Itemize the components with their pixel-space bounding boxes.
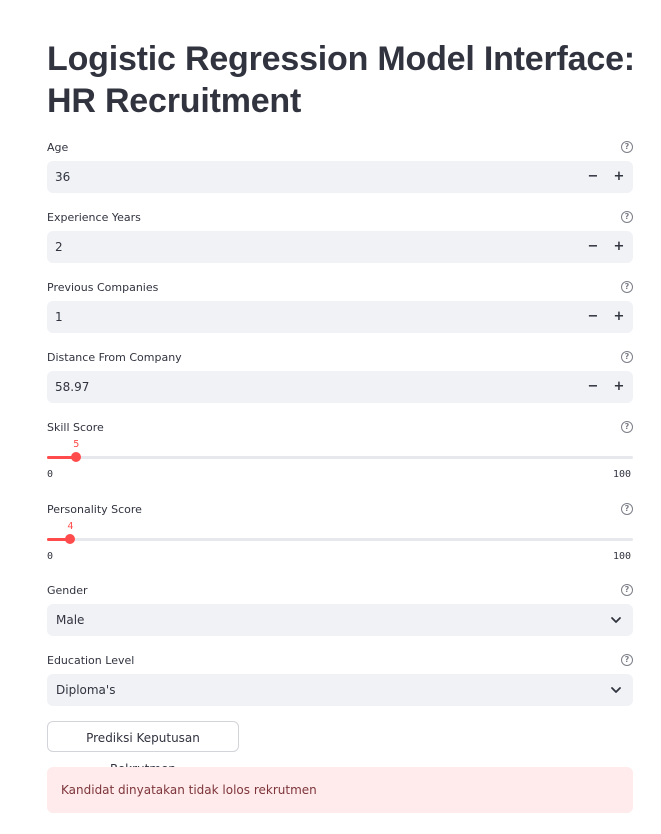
skill-score-slider-value: 5 [73,439,80,450]
gender-select[interactable]: Male [47,604,633,636]
age-decrement-button[interactable]: − [583,161,603,193]
result-message: Kandidat dinyatakan tidak lolos rekrutme… [61,783,317,797]
chevron-down-icon[interactable] [609,614,623,626]
personality-score-label: Personality Score [47,503,142,516]
distance-from-company-decrement-button[interactable]: − [583,371,603,403]
distance-from-company-value[interactable]: 58.97 [55,371,89,403]
education-level-help-icon[interactable]: ? [621,654,633,666]
previous-companies-value[interactable]: 1 [55,301,63,333]
personality-score-help-icon[interactable]: ? [621,503,633,515]
age-help-icon[interactable]: ? [621,141,633,153]
age-label: Age [47,141,69,154]
gender-selected-value[interactable]: Male [56,604,84,636]
gender-help-icon[interactable]: ? [621,584,633,596]
age-increment-button[interactable]: + [609,161,629,193]
skill-score-help-icon[interactable]: ? [621,421,633,433]
previous-companies-decrement-button[interactable]: − [583,301,603,333]
skill-score-label: Skill Score [47,421,104,434]
distance-from-company-label: Distance From Company [47,351,182,364]
result-alert: Kandidat dinyatakan tidak lolos rekrutme… [47,767,633,813]
gender-label: Gender [47,584,88,597]
chevron-down-icon[interactable] [609,684,623,696]
previous-companies-label: Previous Companies [47,281,159,294]
education-level-select[interactable]: Diploma's [47,674,633,706]
distance-from-company-help-icon[interactable]: ? [621,351,633,363]
experience-years-increment-button[interactable]: + [609,231,629,263]
personality-score-min-label: 0 [47,551,54,562]
personality-score-slider[interactable]: 4 [47,521,633,544]
skill-score-slider-thumb[interactable] [71,452,82,462]
previous-companies-input[interactable]: 1 − + [47,301,633,333]
experience-years-label: Experience Years [47,211,141,224]
skill-score-min-label: 0 [47,469,54,480]
age-value[interactable]: 36 [55,161,70,193]
previous-companies-increment-button[interactable]: + [609,301,629,333]
previous-companies-help-icon[interactable]: ? [621,281,633,293]
experience-years-help-icon[interactable]: ? [621,211,633,223]
predict-button[interactable]: Prediksi Keputusan Rekrutmen [47,721,239,776]
personality-score-max-label: 100 [613,551,632,562]
education-level-selected-value[interactable]: Diploma's [56,674,115,706]
personality-score-slider-thumb[interactable] [65,534,76,544]
experience-years-input[interactable]: 2 − + [47,231,633,263]
page-title: Logistic Regression Model Interface: HR … [47,40,635,120]
distance-from-company-increment-button[interactable]: + [609,371,629,403]
experience-years-decrement-button[interactable]: − [583,231,603,263]
personality-score-slider-value: 4 [67,521,74,532]
education-level-label: Education Level [47,654,135,667]
skill-score-slider[interactable]: 5 [47,439,633,462]
distance-from-company-input[interactable]: 58.97 − + [47,371,633,403]
skill-score-max-label: 100 [613,469,632,480]
age-input[interactable]: 36 − + [47,161,633,193]
experience-years-value[interactable]: 2 [55,231,63,263]
